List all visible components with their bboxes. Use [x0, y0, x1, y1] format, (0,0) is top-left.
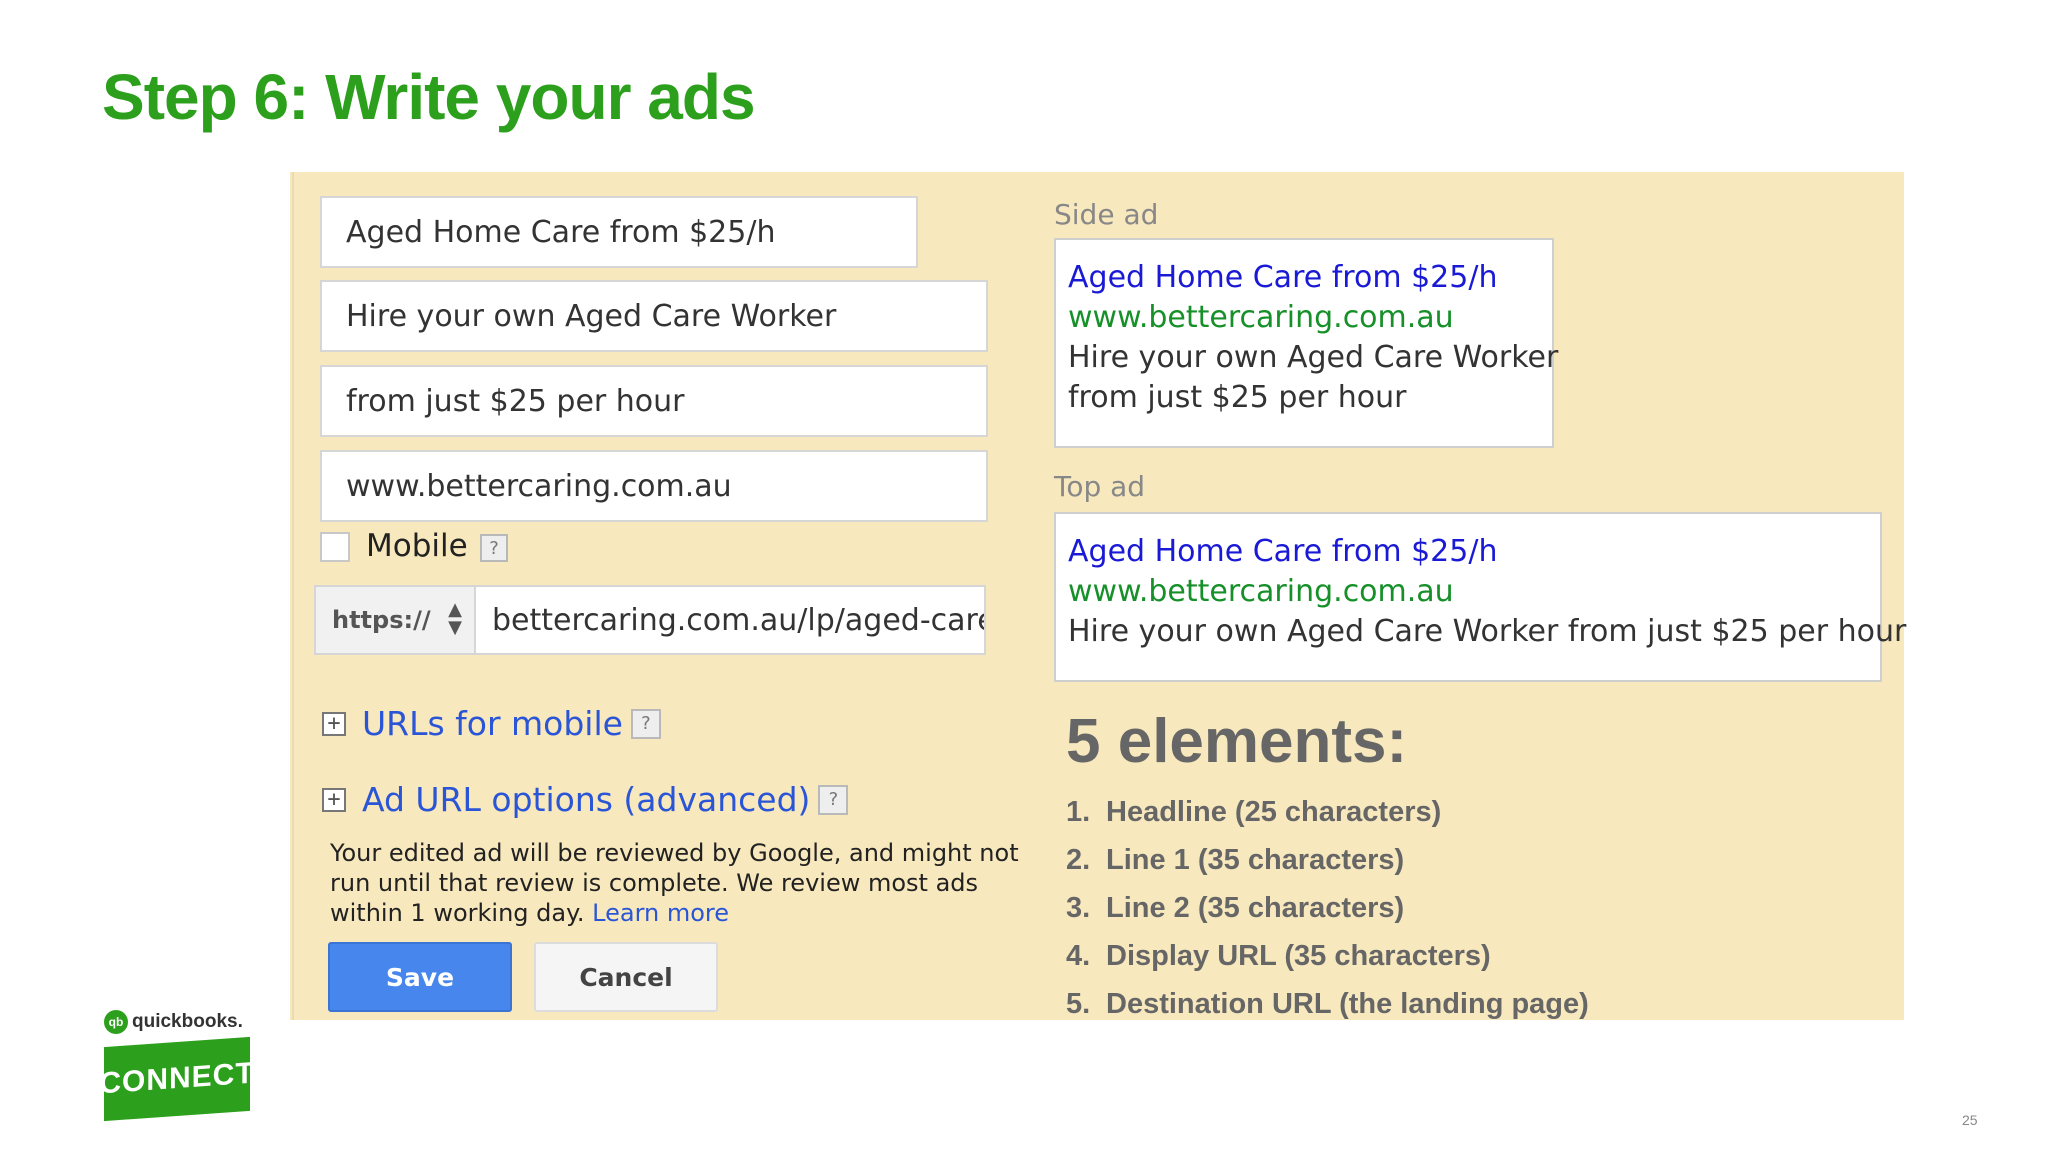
list-item-text: Line 1 (35 characters) — [1106, 844, 1405, 876]
protocol-value: https:// — [332, 606, 431, 634]
elements-title: 5 elements: — [1066, 707, 1408, 776]
ad-url-options-link[interactable]: Ad URL options (advanced) — [362, 780, 810, 819]
elements-list: 1. Headline (25 characters) 2. Line 1 (35 … — [1066, 788, 1589, 1028]
mobile-help-icon[interactable]: ? — [480, 534, 508, 562]
list-item-text: Line 2 (35 characters) — [1106, 892, 1405, 924]
list-item: 2. Line 1 (35 characters) — [1066, 836, 1589, 884]
top-ad-preview: Aged Home Care from $25/h www.bettercari… — [1054, 512, 1907, 682]
final-url-input[interactable]: bettercaring.com.au/lp/aged-care-w — [492, 587, 984, 653]
list-item-number: 1. — [1066, 796, 1091, 828]
urls-for-mobile-help-icon[interactable]: ? — [630, 708, 661, 739]
list-item: 4. Display URL (35 characters) — [1066, 932, 1589, 980]
quickbooks-connect-logo: qb quickbooks. CONNECT — [99, 1010, 255, 1122]
list-item: 3. Line 2 (35 characters) — [1066, 884, 1589, 932]
protocol-select[interactable]: https:// ▲ ▼ — [316, 587, 476, 653]
mobile-label: Mobile — [366, 528, 468, 564]
mobile-checkbox[interactable] — [320, 532, 350, 562]
list-item-number: 4. — [1066, 940, 1091, 972]
headline-input[interactable]: Aged Home Care from $25/h — [320, 196, 918, 268]
connect-badge: CONNECT — [99, 1036, 255, 1122]
list-item-number: 2. — [1066, 844, 1091, 876]
page-number: 25 — [1962, 1112, 1978, 1128]
top-ad-headline: Aged Home Care from $25/h — [1068, 534, 1498, 569]
list-item-text: Headline (25 characters) — [1106, 796, 1442, 828]
cancel-button[interactable]: Cancel — [534, 942, 718, 1012]
review-note: Your edited ad will be reviewed by Googl… — [330, 838, 1030, 928]
description-line1-input[interactable]: Hire your own Aged Care Worker — [320, 280, 988, 352]
side-ad-line1: Hire your own Aged Care Worker — [1068, 340, 1559, 375]
save-button[interactable]: Save — [328, 942, 512, 1012]
final-url-row: https:// ▲ ▼ bettercaring.com.au/lp/aged-… — [314, 585, 986, 655]
top-ad-label: Top ad — [1054, 470, 1146, 503]
side-ad-url: www.bettercaring.com.au — [1068, 300, 1454, 335]
list-item-number: 3. — [1066, 892, 1091, 924]
side-ad-preview: Aged Home Care from $25/h www.bettercari… — [1054, 238, 1559, 448]
ad-url-options-help-icon[interactable]: ? — [818, 784, 849, 815]
top-ad-url: www.bettercaring.com.au — [1068, 574, 1454, 609]
quickbooks-wordmark: quickbooks. — [132, 1011, 243, 1032]
side-ad-headline: Aged Home Care from $25/h — [1068, 260, 1498, 295]
plus-square-icon: + — [322, 711, 346, 736]
slide-title: Step 6: Write your ads — [102, 61, 756, 133]
display-url-input[interactable]: www.bettercaring.com.au — [320, 450, 988, 522]
top-ad-description: Hire your own Aged Care Worker from just… — [1068, 614, 1907, 649]
list-item-text: Display URL (35 characters) — [1106, 940, 1491, 972]
side-ad-label: Side ad — [1054, 198, 1159, 231]
description-line2-input[interactable]: from just $25 per hour — [320, 365, 988, 437]
list-item: 5. Destination URL (the landing page) — [1066, 980, 1589, 1028]
list-item-text: Destination URL (the landing page) — [1106, 988, 1589, 1020]
urls-for-mobile-link[interactable]: URLs for mobile — [362, 704, 623, 743]
list-item-number: 5. — [1066, 988, 1091, 1020]
panel-divider — [292, 172, 294, 1020]
quickbooks-icon: qb — [104, 1010, 128, 1034]
urls-for-mobile-expander[interactable]: + URLs for mobile ? — [322, 704, 661, 743]
plus-square-icon: + — [322, 787, 346, 812]
side-ad-line2: from just $25 per hour — [1068, 380, 1407, 415]
up-down-arrows-icon: ▲ ▼ — [448, 599, 462, 638]
ad-url-options-expander[interactable]: + Ad URL options (advanced) ? — [322, 780, 849, 819]
learn-more-link[interactable]: Learn more — [592, 899, 729, 927]
list-item: 1. Headline (25 characters) — [1066, 788, 1589, 836]
